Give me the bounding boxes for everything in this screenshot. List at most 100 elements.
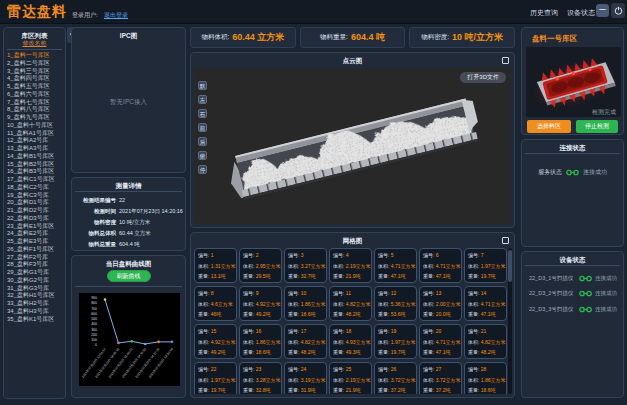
view-button[interactable]: 右 <box>198 109 207 118</box>
stat-label: 物料体积: <box>201 33 229 42</box>
minimize-button[interactable]: ─ <box>596 4 609 17</box>
area-list-item[interactable]: 18_盘料C2号库 <box>4 184 65 192</box>
detail-value: 2021年07月23日 14:20:16 <box>119 206 183 217</box>
grid-card: 编号: 6体积: 4.71立方米重量: 47.1吨 <box>419 248 462 283</box>
card-label: 重量: <box>423 311 436 317</box>
measure-detail-row: 检测结果编号22 <box>72 195 185 206</box>
area-list-item[interactable]: 20_盘料D1号库 <box>4 199 65 207</box>
grid-scrollbar-thumb[interactable] <box>508 250 512 282</box>
rename-link[interactable]: 修改名称 <box>4 40 65 47</box>
service-status-row: 服务状态 连接成功 <box>522 168 623 177</box>
stat-box: 物料体积:60.44 立方米 <box>190 27 296 48</box>
card-label: 重量: <box>198 387 211 393</box>
detail-label: 物料总体积 <box>72 228 116 239</box>
view-button[interactable]: 俯 <box>198 151 207 160</box>
stop-detection-button[interactable]: 停止检测 <box>576 120 618 133</box>
area-list-item[interactable]: 21_盘料D2号库 <box>4 207 65 215</box>
stat-label: 物料密度: <box>421 33 449 42</box>
nav-device-status[interactable]: 设备状态 <box>567 8 595 18</box>
card-label: 重量: <box>198 349 211 355</box>
area-list-item[interactable]: 4_盘料四号库区 <box>4 75 65 83</box>
ipc-title: IPC图 <box>72 28 185 39</box>
area-list-item[interactable]: 17_盘料C1号库区 <box>4 176 65 184</box>
card-label: 体积: <box>333 263 346 269</box>
area-list-item[interactable]: 33_盘料H2号库 <box>4 300 65 308</box>
area-list-item[interactable]: 32_盘料H1号库区 <box>4 292 65 300</box>
logout-link[interactable]: 退出登录 <box>104 11 128 20</box>
detail-label: 检测时间 <box>72 206 116 217</box>
area-list-item[interactable]: 14_盘料B1号库区 <box>4 153 65 161</box>
card-value: 1.97立方米 <box>391 339 416 345</box>
view-button[interactable]: 前 <box>198 123 207 132</box>
grid-card: 编号: 4体积: 2.19立方米重量: 21.9吨 <box>329 248 372 283</box>
svg-text:2021年07月23日 14:17:30: 2021年07月23日 14:17:30 <box>134 347 160 379</box>
area-list-item[interactable]: 35_盘料K1号库区 <box>4 316 65 324</box>
card-value: 1.97立方米 <box>211 377 236 383</box>
area-list-item[interactable]: 9_盘料九号库区 <box>4 114 65 122</box>
area-list-item[interactable]: 16_盘料B3号库区 <box>4 168 65 176</box>
maximize-icon[interactable] <box>502 237 509 244</box>
area-list-item[interactable]: 1_盘料一号库区 <box>4 52 65 60</box>
grid-scrollbar[interactable] <box>508 248 512 394</box>
card-label: 体积: <box>423 301 436 307</box>
area-list-panel: 库区列表 修改名称 1_盘料一号库区2_盘料二号库区3_盘料三号库区4_盘料四号… <box>3 27 66 399</box>
area-list-item[interactable]: 30_盘料G2号库 <box>4 277 65 285</box>
card-label: 编号: <box>198 252 211 258</box>
view-button[interactable]: 停 <box>198 165 207 174</box>
point-cloud-render[interactable] <box>222 72 492 222</box>
nav-history-query[interactable]: 历史查询 <box>530 8 558 18</box>
card-label: 体积: <box>243 301 256 307</box>
card-value: 25 <box>346 366 352 372</box>
area-list-item[interactable]: 26_盘料F1号库区 <box>4 246 65 254</box>
area-list-item[interactable]: 8_盘料八号库区 <box>4 106 65 114</box>
stat-label: 物料重量: <box>320 33 348 42</box>
device-status-panel: 设备状态 22_D3_1号扫描仪连接成功22_D3_2号扫描仪连接成功22_D3… <box>521 251 624 398</box>
area-list-item[interactable]: 10_盘料十号库区 <box>4 122 65 130</box>
detail-label: 检测结果编号 <box>72 195 116 206</box>
area-list-item[interactable]: 24_盘料E2号库 <box>4 230 65 238</box>
grid-card: 编号: 10体积: 1.86立方米重量: 18.6吨 <box>284 286 327 321</box>
selected-area-panel: 盘料一号库区 <box>521 27 624 135</box>
area-list-item[interactable]: 34_盘料H3号库 <box>4 308 65 316</box>
area-list-item[interactable]: 25_盘料E3号库 <box>4 238 65 246</box>
area-list-item[interactable]: 28_盘料F3号库 <box>4 261 65 269</box>
app-title: 雷达盘料 <box>7 3 67 21</box>
card-value: 4.82立方米 <box>346 301 371 307</box>
svg-text:2021年07月23日 14:11:52: 2021年07月23日 14:11:52 <box>121 347 147 379</box>
refresh-curve-button[interactable]: 刷新曲线 <box>107 270 151 282</box>
card-label: 编号: <box>288 366 301 372</box>
link-icon <box>566 169 579 176</box>
card-label: 编号: <box>198 366 211 372</box>
card-value: 29.5吨 <box>256 273 271 279</box>
card-label: 体积: <box>288 301 301 307</box>
card-label: 编号: <box>288 252 301 258</box>
view-button[interactable]: 左 <box>198 95 207 104</box>
area-list-item[interactable]: 29_盘料G1号库 <box>4 269 65 277</box>
divider <box>75 286 182 287</box>
card-label: 体积: <box>198 301 211 307</box>
detail-label: 物料密度 <box>72 217 116 228</box>
power-button[interactable] <box>611 3 625 18</box>
area-list-item[interactable]: 22_盘料D3号库 <box>4 215 65 223</box>
maximize-icon[interactable] <box>502 57 509 64</box>
area-list-item[interactable]: 13_盘料A3号库 <box>4 145 65 153</box>
card-label: 体积: <box>288 339 301 345</box>
daily-curve-title: 当日盘料曲线图 <box>72 256 185 267</box>
card-value: 4.71立方米 <box>391 263 416 269</box>
card-value: 31.9吨 <box>301 387 316 393</box>
area-list-item[interactable]: 12_盘料A2号库 <box>4 137 65 145</box>
card-value: 16 <box>256 328 262 334</box>
card-value: 4.93立方米 <box>346 339 371 345</box>
card-value: 48.2吨 <box>346 311 361 317</box>
card-label: 重量: <box>288 311 301 317</box>
view-button[interactable]: 默 <box>198 81 207 90</box>
view-button[interactable]: 后 <box>198 137 207 146</box>
grid-card: 编号: 15体积: 4.92立方米重量: 49.2吨 <box>194 324 237 359</box>
area-list-item[interactable]: 5_盘料五号库区 <box>4 83 65 91</box>
select-area-button[interactable]: 选择料区 <box>527 120 571 133</box>
area-list-item[interactable]: 2_盘料二号库区 <box>4 60 65 68</box>
area-list-item[interactable]: 6_盘料六号库区 <box>4 91 65 99</box>
card-label: 编号: <box>243 366 256 372</box>
service-status-value: 连接成功 <box>583 168 607 177</box>
grid-card: 编号: 12体积: 5.36立方米重量: 53.6吨 <box>374 286 417 321</box>
